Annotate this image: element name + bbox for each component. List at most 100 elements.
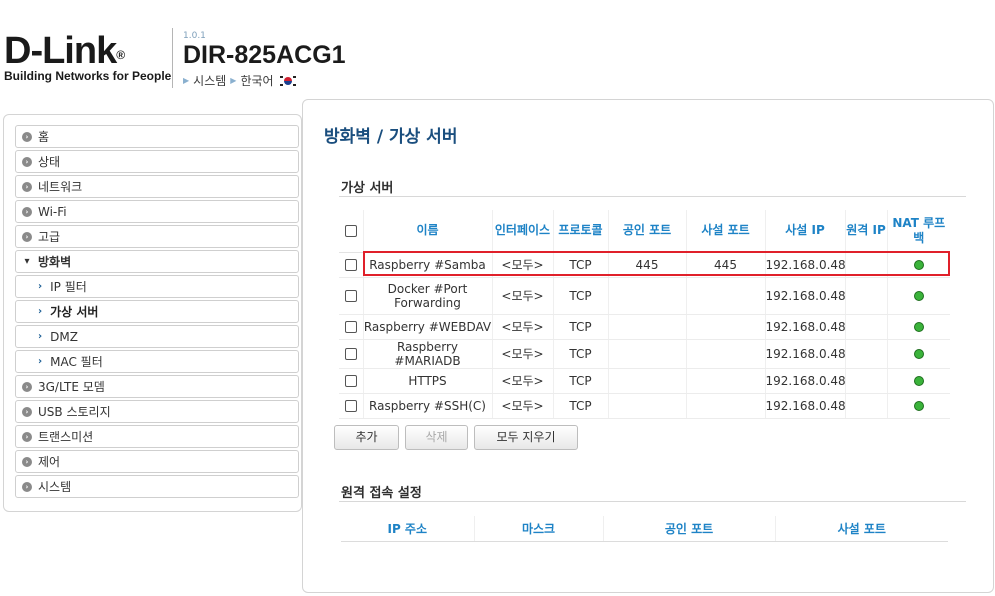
arrow-right-icon: ›	[38, 356, 43, 367]
cell-interface: <모두>	[492, 314, 554, 340]
table-row[interactable]: Raspberry #MARIADB <모두> TCP 192.168.0.48	[339, 339, 950, 369]
cell-public-port: 445	[608, 252, 687, 278]
row-checkbox[interactable]	[344, 259, 357, 271]
header-divider	[172, 28, 173, 88]
row-checkbox-cell	[339, 252, 364, 278]
sidebar-item-label: 트랜스미션	[38, 430, 94, 444]
col-header-name[interactable]: 이름	[363, 210, 493, 253]
sidebar-item-label: 3G/LTE 모뎀	[38, 380, 105, 394]
row-checkbox-cell	[339, 277, 364, 315]
status-dot-icon	[913, 322, 924, 332]
sidebar: › 홈 › 상태 › 네트워크 › Wi-Fi › 고급 ▾ 방화벽 › IP 필터 › 가상 …	[3, 114, 302, 512]
col-header-public-port[interactable]: 공인 포트	[603, 516, 776, 542]
row-checkbox[interactable]	[344, 290, 357, 302]
cell-private-port	[686, 314, 766, 340]
cell-public-port	[608, 277, 687, 315]
row-checkbox[interactable]	[344, 400, 357, 412]
chevron-right-icon: ›	[22, 381, 32, 392]
sidebar-item-transmission[interactable]: › 트랜스미션	[15, 425, 299, 448]
cell-public-port	[608, 368, 687, 394]
row-checkbox[interactable]	[344, 348, 357, 360]
cell-private-ip: 192.168.0.48	[765, 368, 846, 394]
table-row[interactable]: Raspberry #SSH(C) <모두> TCP 192.168.0.48	[339, 393, 950, 419]
sidebar-item-control[interactable]: › 제어	[15, 450, 299, 473]
cell-protocol: TCP	[553, 368, 609, 394]
cell-remote-ip	[845, 314, 888, 340]
cell-private-ip: 192.168.0.48	[765, 277, 846, 315]
header-info: 1.0.1 DIR-825ACG1 ▶ 시스템 ▶ 한국어	[183, 31, 346, 89]
sidebar-item-label: IP 필터	[50, 280, 87, 294]
col-header-private-ip[interactable]: 사설 IP	[765, 210, 846, 253]
cell-name: Raspberry #WEBDAV	[363, 314, 493, 340]
cell-interface: <모두>	[492, 277, 554, 315]
status-dot-icon	[913, 291, 924, 301]
sidebar-item-label: 홈	[38, 130, 50, 144]
delete-button[interactable]: 삭제	[405, 425, 468, 450]
sidebar-item-label: DMZ	[50, 329, 78, 344]
korea-flag-icon[interactable]	[279, 75, 296, 87]
col-header-ip-address[interactable]: IP 주소	[341, 516, 475, 542]
sidebar-item-network[interactable]: › 네트워크	[15, 175, 299, 198]
cell-protocol: TCP	[553, 339, 609, 369]
section-divider	[339, 501, 966, 502]
col-header-mask[interactable]: 마스크	[474, 516, 604, 542]
triangle-icon: ▶	[183, 76, 190, 85]
main-content: 방화벽 / 가상 서버 가상 서버 이름 인터페이스 프로토콜 공인 포트 사설…	[302, 99, 994, 593]
sidebar-item-advanced[interactable]: › 고급	[15, 225, 299, 248]
sidebar-item-wifi[interactable]: › Wi-Fi	[15, 200, 299, 223]
col-header-private-port[interactable]: 사설 포트	[686, 210, 766, 253]
col-header-public-port[interactable]: 공인 포트	[608, 210, 687, 253]
model-name: DIR-825ACG1	[183, 41, 346, 69]
row-checkbox[interactable]	[344, 321, 357, 333]
system-link[interactable]: 시스템	[193, 72, 226, 89]
sidebar-item-status[interactable]: › 상태	[15, 150, 299, 173]
dlink-logo: D-Link® Building Networks for People	[4, 32, 171, 83]
sidebar-item-home[interactable]: › 홈	[15, 125, 299, 148]
add-button[interactable]: 추가	[334, 425, 399, 450]
col-header-protocol[interactable]: 프로토콜	[553, 210, 609, 253]
sidebar-menu: › 홈 › 상태 › 네트워크 › Wi-Fi › 고급 ▾ 방화벽 › IP 필터 › 가상 …	[15, 125, 299, 500]
sidebar-item-system[interactable]: › 시스템	[15, 475, 299, 498]
sidebar-item-ip-filter[interactable]: › IP 필터	[15, 275, 299, 298]
cell-interface: <모두>	[492, 368, 554, 394]
sidebar-item-virtual-server[interactable]: › 가상 서버	[15, 300, 299, 323]
language-link[interactable]: 한국어	[240, 72, 273, 89]
cell-remote-ip	[845, 368, 888, 394]
cell-remote-ip	[845, 393, 888, 419]
section-title-virtual-server: 가상 서버	[341, 181, 394, 196]
clear-all-button[interactable]: 모두 지우기	[474, 425, 578, 450]
cell-interface: <모두>	[492, 252, 554, 278]
cell-protocol: TCP	[553, 277, 609, 315]
row-checkbox-cell	[339, 314, 364, 340]
col-header-private-port[interactable]: 사설 포트	[775, 516, 948, 542]
cell-private-port: 445	[686, 252, 766, 278]
sidebar-item-dmz[interactable]: › DMZ	[15, 325, 299, 348]
brand-name: D-Link	[4, 30, 117, 72]
chevron-right-icon: ›	[22, 231, 32, 242]
triangle-icon: ▶	[230, 76, 237, 85]
col-header-nat-loopback[interactable]: NAT 루프백	[887, 210, 950, 253]
status-dot-icon	[913, 260, 924, 270]
col-header-interface[interactable]: 인터페이스	[492, 210, 554, 253]
sidebar-item-lte-modem[interactable]: › 3G/LTE 모뎀	[15, 375, 299, 398]
status-dot-icon	[913, 349, 924, 359]
sidebar-item-label: 시스템	[38, 480, 72, 494]
table-row[interactable]: Raspberry #Samba <모두> TCP 445 445 192.16…	[339, 252, 950, 278]
sidebar-item-mac-filter[interactable]: › MAC 필터	[15, 350, 299, 373]
sidebar-item-firewall[interactable]: ▾ 방화벽	[15, 250, 299, 273]
row-checkbox-cell	[339, 393, 364, 419]
col-header-remote-ip[interactable]: 원격 IP	[845, 210, 888, 253]
cell-private-port	[686, 339, 766, 369]
sidebar-item-usb-storage[interactable]: › USB 스토리지	[15, 400, 299, 423]
status-dot-icon	[913, 376, 924, 386]
table-row[interactable]: Docker #Port Forwarding <모두> TCP 192.168…	[339, 277, 950, 315]
cell-private-ip: 192.168.0.48	[765, 314, 846, 340]
sidebar-item-label: USB 스토리지	[38, 405, 111, 419]
cell-nat-loopback	[887, 393, 950, 419]
row-checkbox[interactable]	[344, 375, 357, 387]
registered-mark: ®	[116, 48, 126, 62]
table-row[interactable]: Raspberry #WEBDAV <모두> TCP 192.168.0.48	[339, 314, 950, 340]
table-row[interactable]: HTTPS <모두> TCP 192.168.0.48	[339, 368, 950, 394]
breadcrumb-parent: 방화벽 /	[324, 127, 384, 147]
select-all-checkbox[interactable]	[344, 224, 357, 237]
